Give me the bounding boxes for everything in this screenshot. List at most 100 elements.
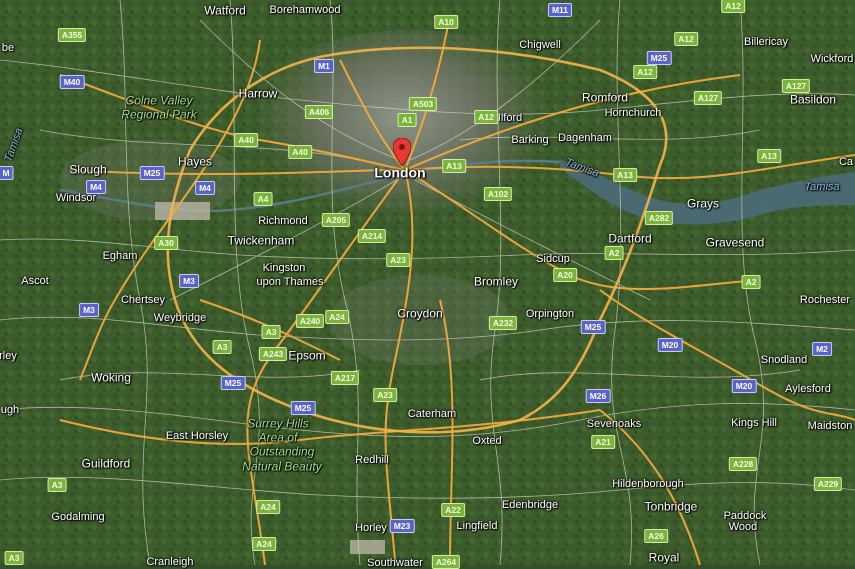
place-label[interactable]: Rochester — [800, 294, 850, 306]
motorway-shield: M20 — [657, 338, 683, 352]
place-label[interactable]: Epsom — [288, 349, 325, 362]
place-label[interactable]: Kingston — [263, 262, 306, 274]
place-label[interactable]: rley — [0, 350, 17, 362]
a-road-shield: A3 — [261, 325, 281, 339]
a-road-shield: A2 — [604, 246, 624, 260]
place-label[interactable]: Dagenham — [558, 132, 612, 144]
a-road-shield: A3 — [4, 551, 24, 565]
a-road-shield: A127 — [693, 91, 723, 105]
river-label: Tamisa — [804, 180, 840, 193]
place-label[interactable]: Horley — [355, 522, 387, 534]
place-label[interactable]: Borehamwood — [270, 4, 341, 16]
place-label[interactable]: Billericay — [744, 36, 788, 48]
place-label[interactable]: Romford — [582, 91, 628, 104]
place-label[interactable]: Ca — [839, 156, 853, 168]
place-label[interactable]: Wickford — [811, 53, 854, 65]
place-label[interactable]: ugh — [1, 404, 19, 416]
a-road-shield: A232 — [488, 316, 518, 330]
motorway-shield: M25 — [220, 376, 246, 390]
place-label[interactable]: Gravesend — [706, 236, 765, 249]
place-label[interactable]: Woking — [91, 371, 131, 384]
place-label[interactable]: Redhill — [355, 454, 389, 466]
place-label[interactable]: Harrow — [239, 87, 278, 100]
place-label[interactable]: Lingfield — [457, 520, 498, 532]
area-label: Natural Beauty — [242, 459, 322, 474]
a-road-shield: A23 — [386, 253, 410, 267]
motorway-shield: M23 — [389, 519, 415, 533]
place-label[interactable]: Cranleigh — [146, 556, 193, 568]
motorway-shield: M — [0, 166, 14, 180]
place-label[interactable]: Caterham — [408, 408, 456, 420]
place-label[interactable]: Croydon — [397, 307, 442, 320]
place-label[interactable]: London — [374, 164, 425, 180]
place-label[interactable]: Grays — [687, 197, 719, 210]
place-label[interactable]: upon Thames — [256, 276, 323, 288]
place-label[interactable]: Sidcup — [536, 253, 570, 265]
motorway-shield: M4 — [195, 181, 215, 195]
a-road-shield: A12 — [674, 32, 698, 46]
a-road-shield: A13 — [613, 168, 637, 182]
place-label[interactable]: Wood — [729, 521, 758, 533]
satellite-map[interactable] — [0, 0, 855, 565]
a-road-shield: A4 — [253, 192, 273, 206]
motorway-shield: M25 — [646, 51, 672, 65]
place-label[interactable]: Tonbridge — [645, 500, 698, 513]
motorway-shield: M40 — [59, 75, 85, 89]
place-label[interactable]: Guildford — [82, 457, 131, 470]
place-label[interactable]: Royal — [649, 551, 680, 564]
place-label[interactable]: Kings Hill — [731, 417, 777, 429]
a-road-shield: A3 — [47, 478, 67, 492]
place-label[interactable]: Barking — [511, 134, 548, 146]
place-label[interactable]: Sevenoaks — [587, 418, 641, 430]
place-label[interactable]: be — [2, 42, 14, 54]
place-label[interactable]: Egham — [103, 250, 138, 262]
a-road-shield: A1 — [397, 113, 417, 127]
area-label: Area of — [258, 430, 298, 445]
place-label[interactable]: Hornchurch — [605, 107, 662, 119]
location-pin-icon[interactable] — [393, 138, 411, 166]
a-road-shield: A2 — [741, 275, 761, 289]
a-road-shield: A13 — [442, 159, 466, 173]
place-label[interactable]: Orpington — [526, 308, 574, 320]
motorway-shield: M4 — [86, 180, 106, 194]
place-label[interactable]: Snodland — [761, 354, 808, 366]
place-label[interactable]: Weybridge — [154, 312, 206, 324]
place-label[interactable]: Ascot — [21, 275, 49, 287]
place-label[interactable]: Bromley — [474, 275, 518, 288]
place-label[interactable]: Dartford — [608, 232, 651, 245]
place-label[interactable]: East Horsley — [166, 430, 228, 442]
a-road-shield: A10 — [434, 15, 458, 29]
a-road-shield: A40 — [288, 145, 312, 159]
a-road-shield: A228 — [728, 457, 758, 471]
place-label[interactable]: Ilford — [498, 112, 522, 124]
place-label[interactable]: Maidston — [808, 420, 853, 432]
place-label[interactable]: Godalming — [51, 511, 104, 523]
area-label: Regional Park — [121, 107, 197, 122]
a-road-shield: A13 — [757, 149, 781, 163]
place-label[interactable]: Twickenham — [228, 234, 295, 247]
place-label[interactable]: Edenbridge — [502, 499, 558, 511]
place-label[interactable]: Hayes — [178, 155, 212, 168]
place-label[interactable]: Slough — [69, 163, 106, 176]
a-road-shield: A20 — [553, 268, 577, 282]
place-label[interactable]: Richmond — [258, 215, 308, 227]
a-road-shield: A214 — [357, 229, 387, 243]
place-label[interactable]: Aylesford — [785, 383, 831, 395]
a-road-shield: A503 — [408, 97, 438, 111]
place-label[interactable]: Hildenborough — [612, 478, 684, 490]
place-label[interactable]: Watford — [204, 4, 246, 17]
a-road-shield: A240 — [295, 314, 325, 328]
place-label[interactable]: Chigwell — [519, 39, 561, 51]
place-label[interactable]: Southwater — [367, 557, 423, 569]
place-label[interactable]: Basildon — [790, 93, 836, 106]
motorway-shield: M20 — [731, 379, 757, 393]
a-road-shield: A30 — [154, 236, 178, 250]
airport-gatwick — [350, 540, 385, 554]
place-label[interactable]: Chertsey — [121, 294, 165, 306]
place-label[interactable]: Oxted — [472, 435, 501, 447]
motorway-shield: M1 — [314, 59, 334, 73]
a-road-shield: A40 — [234, 133, 258, 147]
a-road-shield: A102 — [483, 187, 513, 201]
area-label: Outstanding — [249, 444, 315, 459]
a-road-shield: A22 — [441, 503, 465, 517]
